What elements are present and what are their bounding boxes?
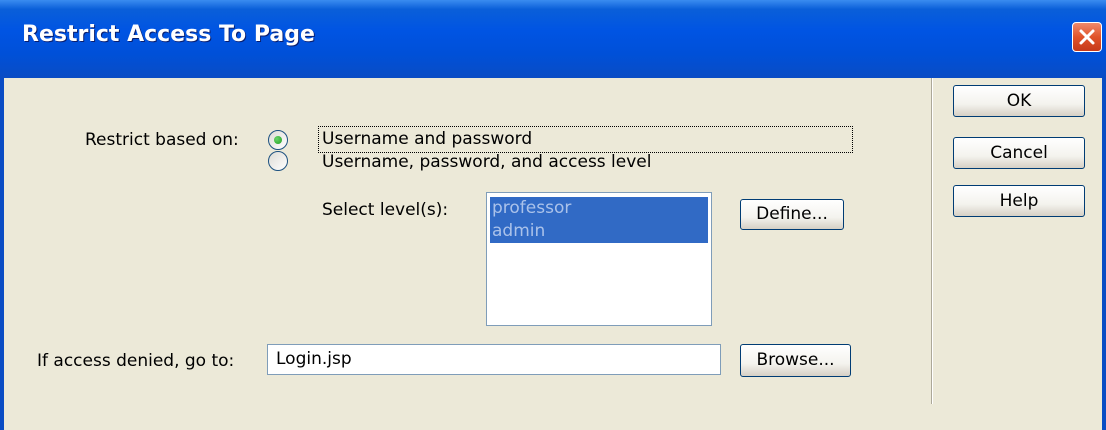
option-username-password-level-label[interactable]: Username, password, and access level xyxy=(322,152,651,172)
cancel-button[interactable]: Cancel xyxy=(953,137,1085,169)
close-icon xyxy=(1079,29,1095,45)
title-bar: Restrict Access To Page xyxy=(0,0,1106,78)
window-title: Restrict Access To Page xyxy=(22,22,315,47)
define-button-label: Define... xyxy=(756,204,828,224)
access-denied-input[interactable]: Login.jsp xyxy=(267,344,721,375)
list-item[interactable]: admin xyxy=(490,220,708,243)
list-item[interactable]: professor xyxy=(490,197,708,220)
separator xyxy=(931,78,933,404)
restrict-based-on-label: Restrict based on: xyxy=(85,130,239,150)
ok-button[interactable]: OK xyxy=(953,85,1085,117)
select-levels-label: Select level(s): xyxy=(322,200,449,220)
define-button[interactable]: Define... xyxy=(740,199,844,230)
cancel-button-label: Cancel xyxy=(990,143,1048,163)
window-frame-right xyxy=(1102,78,1106,430)
help-button-label: Help xyxy=(999,191,1039,211)
access-denied-label: If access denied, go to: xyxy=(37,351,235,371)
browse-button[interactable]: Browse... xyxy=(740,344,851,377)
window-frame-left xyxy=(0,78,4,430)
ok-button-label: OK xyxy=(1006,91,1032,111)
option-username-password-label[interactable]: Username and password xyxy=(322,129,532,149)
radio-selected-icon xyxy=(274,136,282,144)
browse-button-label: Browse... xyxy=(756,350,835,370)
radio-username-password-level[interactable] xyxy=(268,151,288,171)
help-button[interactable]: Help xyxy=(953,185,1085,217)
close-button[interactable] xyxy=(1072,22,1102,52)
levels-listbox[interactable]: professor admin xyxy=(486,192,712,326)
radio-username-password[interactable] xyxy=(268,130,288,150)
